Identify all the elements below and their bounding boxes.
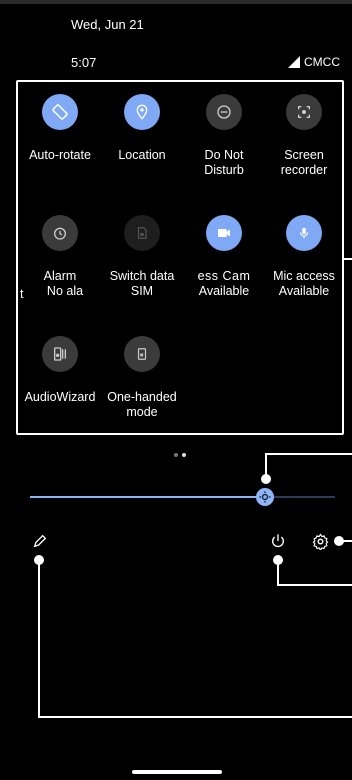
callout-line	[265, 453, 352, 479]
tile-screen-recorder[interactable]: Screen recorder	[262, 94, 346, 178]
brightness-icon	[259, 491, 271, 503]
tile-label: AudioWizard	[24, 390, 96, 404]
power-icon[interactable]	[268, 531, 288, 551]
tile-audio-wizard[interactable]: AudioWizard	[18, 336, 102, 405]
one-handed-icon	[124, 336, 160, 372]
status-time: 5:07	[71, 55, 97, 70]
tile-switch-data-sim: Switch data SIM	[100, 215, 184, 299]
top-edge	[0, 0, 352, 4]
tile-do-not-disturb[interactable]: Do Not Disturb	[182, 94, 266, 178]
page-dot-active	[182, 453, 186, 457]
tile-label: Alarm	[43, 269, 77, 283]
dnd-icon	[206, 94, 242, 130]
alarm-ticker-left: t	[20, 287, 24, 301]
alarm-status: No ala	[46, 284, 84, 298]
tile-mic-access[interactable]: Mic access Available	[262, 215, 346, 299]
tile-camera-access[interactable]: ess Cam Available	[182, 215, 266, 299]
camera-status: Available	[198, 284, 250, 298]
mic-icon	[286, 215, 322, 251]
tile-one-handed-mode[interactable]: One-handed mode	[100, 336, 184, 420]
callout-line	[344, 258, 352, 260]
quick-settings-panel: Auto-rotate Location Do Not Disturb Scre…	[16, 80, 344, 435]
carrier-label: CMCC	[304, 55, 340, 69]
alarm-icon	[42, 215, 78, 251]
tile-label: One-handed mode	[107, 390, 177, 419]
mic-status: Available	[278, 284, 330, 298]
status-date: Wed, Jun 21	[71, 17, 144, 32]
page-dot	[174, 453, 178, 457]
tile-label: Auto-rotate	[29, 148, 91, 162]
rotate-icon	[42, 94, 78, 130]
edit-pencil-icon[interactable]	[30, 531, 50, 551]
tile-label: Location	[118, 148, 166, 162]
tile-label: Switch data SIM	[109, 269, 175, 298]
page-indicator	[174, 453, 186, 457]
status-carrier: CMCC	[288, 55, 340, 69]
screen-record-icon	[286, 94, 322, 130]
tile-label: Do Not Disturb	[204, 148, 244, 177]
tile-label: Screen recorder	[280, 148, 328, 177]
tile-alarm[interactable]: Alarm No ala	[18, 215, 102, 299]
tile-label: ess Cam	[197, 269, 251, 283]
tile-label: Mic access	[273, 269, 335, 283]
settings-gear-icon[interactable]	[310, 531, 330, 551]
home-indicator[interactable]	[132, 770, 222, 774]
tile-location[interactable]: Location	[100, 94, 184, 163]
callout-line	[38, 560, 352, 718]
brightness-fill	[30, 496, 265, 498]
brightness-slider[interactable]	[30, 488, 335, 506]
tile-auto-rotate[interactable]: Auto-rotate	[18, 94, 102, 163]
camera-icon	[206, 215, 242, 251]
signal-icon	[288, 56, 300, 68]
location-icon	[124, 94, 160, 130]
audio-wizard-icon	[42, 336, 78, 372]
brightness-thumb[interactable]	[255, 488, 274, 506]
sim-icon	[124, 215, 160, 251]
callout-line	[338, 540, 352, 542]
